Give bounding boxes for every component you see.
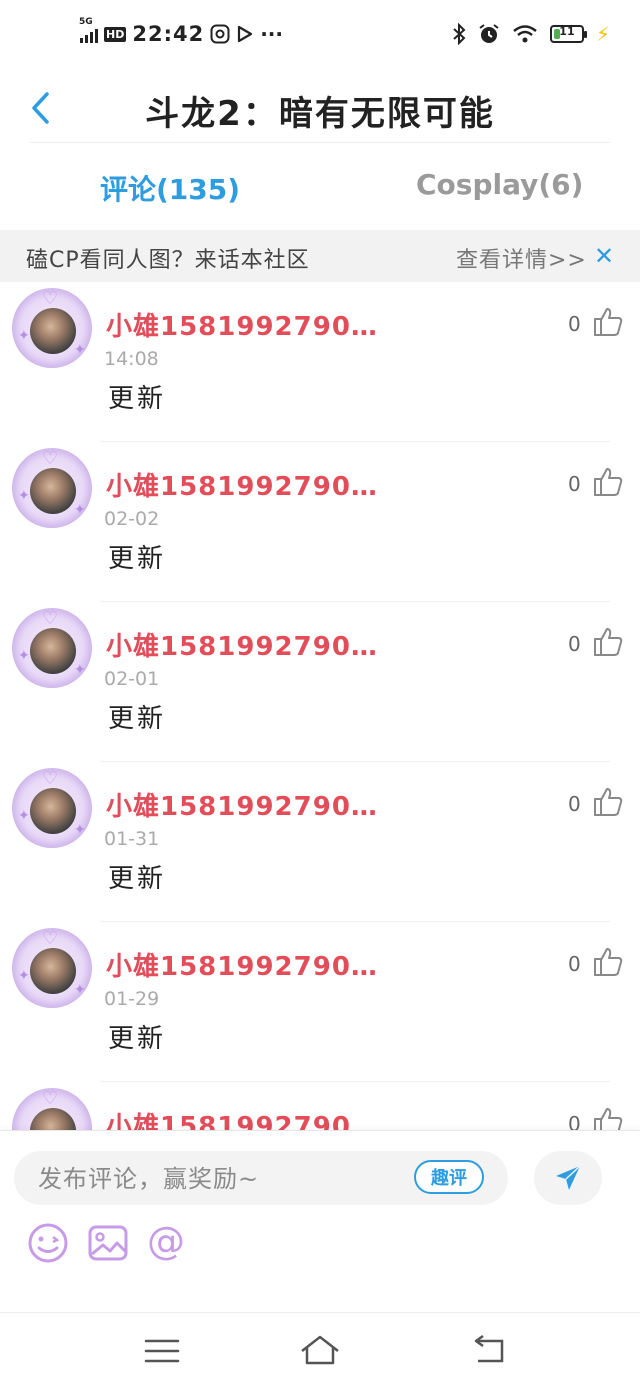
avatar[interactable]: ♡✦✦ (12, 768, 92, 848)
header: 斗龙2：暗有无限可能 (0, 72, 640, 144)
more-indicator: ··· (260, 22, 283, 46)
bluetooth-icon (453, 23, 466, 45)
avatar[interactable]: ♡✦✦ (12, 1088, 92, 1132)
thumbs-up-icon[interactable] (592, 786, 624, 818)
like-count: 0 (568, 952, 581, 976)
avatar[interactable]: ♡✦✦ (12, 448, 92, 528)
network-label: 5G (79, 17, 93, 27)
comment-text: 更新 (108, 384, 167, 414)
back-nav-icon[interactable] (466, 1333, 510, 1369)
avatar[interactable]: ♡✦✦ (12, 928, 92, 1008)
image-icon[interactable] (86, 1221, 130, 1265)
comment-item: ♡ ✦ ✦ 小雄1581992790… 14:08 更新 0 (0, 282, 640, 442)
comment-input[interactable] (36, 1159, 410, 1199)
page-title: 斗龙2：暗有无限可能 (145, 94, 495, 134)
alarm-icon (479, 24, 499, 43)
app-icon (210, 24, 230, 44)
system-navigation-bar (0, 1312, 640, 1388)
svg-text:@: @ (147, 1221, 185, 1263)
like-count: 0 (568, 472, 581, 496)
send-button[interactable] (534, 1151, 602, 1205)
avatar[interactable]: ♡✦✦ (12, 288, 92, 368)
comment-item: ♡✦✦ 小雄1581992790… 0 (0, 1082, 640, 1132)
comment-input-container: 趣评 (14, 1151, 508, 1205)
battery-level: 11 (559, 25, 575, 38)
comment-time: 02-02 (104, 508, 160, 530)
quping-button[interactable]: 趣评 (414, 1160, 484, 1194)
charging-icon: ⚡ (595, 22, 610, 46)
status-left: 5G HD 22:42 ··· (79, 17, 283, 46)
comment-time: 01-31 (104, 828, 160, 850)
comment-text: 更新 (108, 1024, 167, 1054)
tab-comments[interactable]: 评论(135) (100, 168, 240, 208)
promo-banner: 磕CP看同人图？来话本社区 查看详情>> ✕ (0, 230, 640, 282)
wifi-icon (513, 25, 537, 43)
at-icon[interactable]: @ (144, 1221, 188, 1265)
thumbs-up-icon[interactable] (592, 1106, 624, 1132)
thumbs-up-icon[interactable] (592, 946, 624, 978)
status-bar: 5G HD 22:42 ··· 11 ⚡ (0, 0, 640, 70)
tabs: 评论(135) Cosplay(6) (0, 160, 640, 220)
like-count: 0 (568, 792, 581, 816)
banner-text: 磕CP看同人图？来话本社区 (26, 248, 310, 273)
comment-item: ♡ ✦ ✦ 小雄1581992790… 02-01 更新 0 (0, 602, 640, 762)
like-count: 0 (568, 1112, 581, 1132)
header-divider (30, 142, 610, 143)
comment-time: 14:08 (104, 348, 159, 370)
banner-details-link[interactable]: 查看详情>> (456, 242, 587, 274)
comment-text: 更新 (108, 544, 167, 574)
comment-username[interactable]: 小雄1581992790… (106, 946, 378, 983)
thumbs-up-icon[interactable] (592, 626, 624, 658)
comment-username[interactable]: 小雄1581992790… (106, 786, 378, 823)
comment-time: 02-01 (104, 668, 160, 690)
comment-item: ♡ ✦ ✦ 小雄1581992790… 01-29 更新 0 (0, 922, 640, 1082)
hd-icon: HD (104, 26, 127, 42)
comment-username[interactable]: 小雄1581992790… (106, 466, 378, 503)
avatar[interactable]: ♡✦✦ (12, 608, 92, 688)
comment-time: 01-29 (104, 988, 160, 1010)
comment-item: ♡ ✦ ✦ 小雄1581992790… 01-31 更新 0 (0, 762, 640, 922)
comment-username[interactable]: 小雄1581992790… (106, 1106, 378, 1132)
battery-icon: 11 (549, 25, 587, 43)
menu-icon[interactable] (140, 1333, 184, 1369)
send-icon (556, 1165, 581, 1190)
comment-text: 更新 (108, 704, 167, 734)
status-time: 22:42 (132, 22, 205, 46)
tab-cosplay[interactable]: Cosplay(6) (416, 168, 583, 201)
comment-username[interactable]: 小雄1581992790… (106, 306, 378, 343)
comment-username[interactable]: 小雄1581992790… (106, 626, 378, 663)
home-icon[interactable] (298, 1333, 342, 1369)
comment-composer: 趣评 @ (0, 1130, 640, 1311)
thumbs-up-icon[interactable] (592, 466, 624, 498)
comment-list: ♡ ✦ ✦ 小雄1581992790… 14:08 更新 0 ♡ ✦ ✦ 小雄15819… (0, 282, 640, 1132)
play-icon (238, 25, 253, 43)
like-count: 0 (568, 312, 581, 336)
comment-item: ♡ ✦ ✦ 小雄1581992790… 02-02 更新 0 (0, 442, 640, 602)
comment-text: 更新 (108, 864, 167, 894)
emoji-icon[interactable] (26, 1221, 70, 1265)
banner-close-button[interactable]: ✕ (594, 242, 614, 270)
status-right: 11 ⚡ (452, 22, 610, 46)
signal-icon: 5G (79, 17, 98, 43)
thumbs-up-icon[interactable] (592, 306, 624, 338)
like-count: 0 (568, 632, 581, 656)
